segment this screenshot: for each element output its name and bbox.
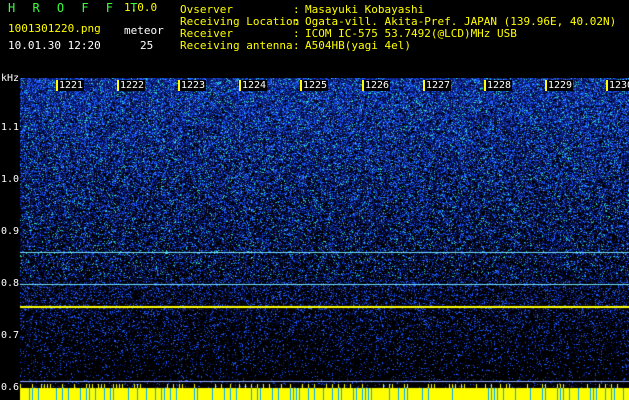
x-tick-mark [606, 80, 608, 91]
x-tick-mark [56, 80, 58, 91]
x-tick-label: 1221 [58, 80, 85, 91]
meteor-label: meteor [124, 24, 164, 37]
y-tick-label: 0.6 [1, 382, 20, 393]
x-tick-mark [484, 80, 486, 91]
x-tick-label: 1229 [547, 80, 574, 91]
y-tick-label: 0.9 [1, 226, 20, 237]
app-title: H R O F F T [8, 1, 143, 15]
spectrogram-canvas [0, 78, 629, 400]
x-tick-label: 1230 [608, 80, 629, 91]
x-tick-label: 1228 [486, 80, 513, 91]
app-version: 1.0.0 [124, 1, 158, 14]
info-value-antenna: A504HB(yagi 4el) [305, 39, 411, 52]
meteor-count: 25 [140, 39, 154, 52]
y-tick-label: 1.0 [1, 174, 20, 185]
file-name: 1001301220.png [8, 22, 101, 35]
x-tick-label: 1224 [241, 80, 268, 91]
y-tick-label: 0.8 [1, 278, 20, 289]
y-tick-label: 1.1 [1, 122, 20, 133]
x-tick-label: 1227 [425, 80, 452, 91]
x-tick-mark [423, 80, 425, 91]
info-colon: : [293, 39, 300, 52]
info-label-antenna: Receiving antenna [180, 39, 293, 52]
y-tick-label: 0.7 [1, 330, 20, 341]
x-tick-mark [117, 80, 119, 91]
x-tick-mark [239, 80, 241, 91]
datetime: 10.01.30 12:20 [8, 39, 101, 52]
y-axis-label: kHz [1, 73, 20, 84]
x-tick-mark [362, 80, 364, 91]
x-tick-label: 1222 [119, 80, 146, 91]
x-tick-mark [300, 80, 302, 91]
x-tick-mark [178, 80, 180, 91]
x-tick-label: 1226 [364, 80, 391, 91]
x-tick-label: 1225 [302, 80, 329, 91]
x-tick-mark [545, 80, 547, 91]
x-tick-label: 1223 [180, 80, 207, 91]
